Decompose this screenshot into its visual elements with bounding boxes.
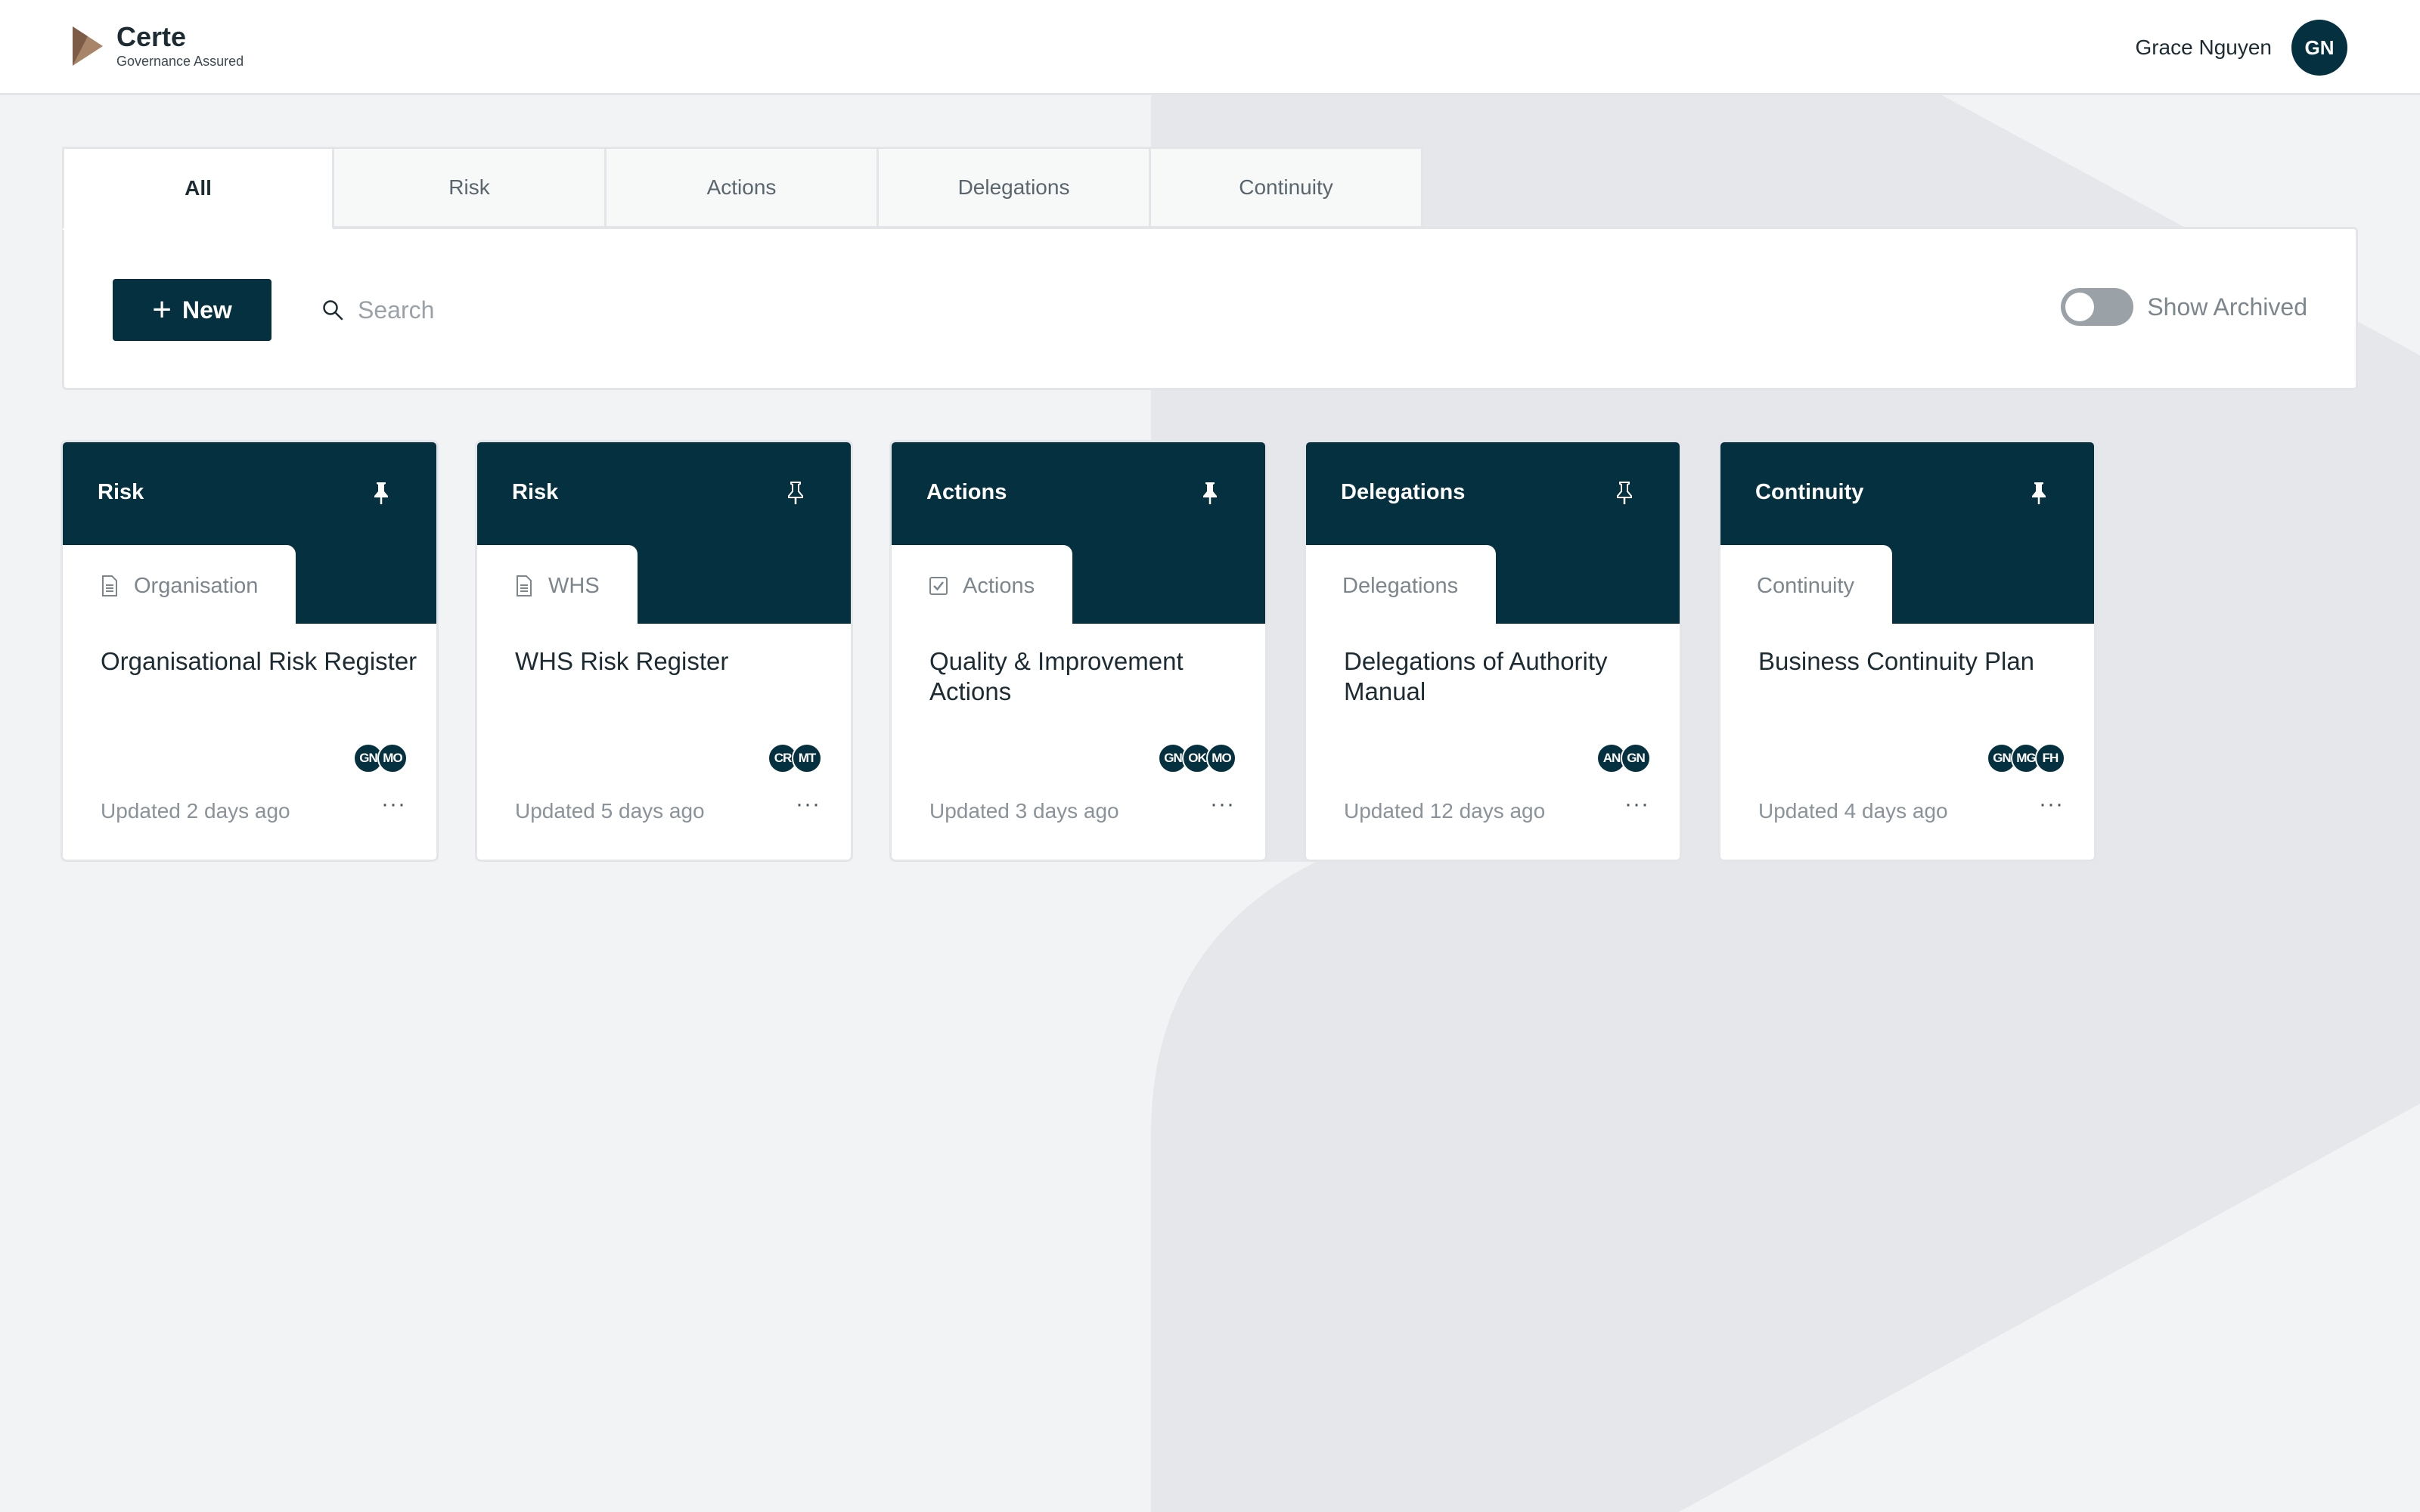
card-title[interactable]: WHS Risk Register	[515, 646, 833, 677]
tab-continuity[interactable]: Continuity	[1151, 147, 1423, 228]
card-body: Business Continuity Plan GN MG FH Update…	[1720, 624, 2094, 860]
card-title[interactable]: Organisational Risk Register	[101, 646, 418, 677]
card-subcategory-label: Actions	[963, 573, 1035, 598]
pin-outline-icon[interactable]	[1613, 480, 1636, 506]
more-options-button[interactable]: ···	[381, 792, 406, 817]
card-subcategory: Continuity	[1720, 545, 1892, 627]
brand-tagline: Governance Assured	[116, 54, 244, 69]
show-archived-toggle[interactable]: Show Archived	[2061, 288, 2307, 326]
card-subcategory-label: Delegations	[1342, 573, 1459, 598]
collaborator-avatar[interactable]: MO	[377, 743, 408, 773]
app-header: Certe Governance Assured Grace Nguyen GN	[0, 0, 2420, 95]
pin-filled-icon[interactable]	[1199, 480, 1221, 506]
document-cards: Risk Organisation Organisational Risk Re…	[60, 440, 2133, 862]
tab-actions[interactable]: Actions	[607, 147, 879, 228]
pin-filled-icon[interactable]	[2028, 480, 2050, 506]
card-updated: Updated 3 days ago	[929, 799, 1119, 823]
card-title[interactable]: Delegations of Authority Manual	[1344, 646, 1661, 707]
brand[interactable]: Certe Governance Assured	[70, 23, 244, 70]
card-subcategory-label: Continuity	[1757, 573, 1854, 598]
collaborator-avatar[interactable]: MO	[1206, 743, 1236, 773]
card-collaborators: AN GN	[1596, 743, 1651, 773]
card-subcategory: Actions	[892, 545, 1073, 627]
more-options-button[interactable]: ···	[1210, 792, 1235, 817]
card-collaborators: GN MO	[353, 743, 408, 773]
card-type: Risk	[512, 480, 559, 504]
toolbar: + New Show Archived	[62, 227, 2358, 390]
document-card[interactable]: Delegations Delegations Delegations of A…	[1304, 440, 1682, 862]
document-card[interactable]: Risk Organisation Organisational Risk Re…	[60, 440, 439, 862]
card-type: Continuity	[1755, 480, 1864, 504]
checkbox-icon	[929, 577, 948, 595]
card-subcategory: Delegations	[1306, 545, 1497, 627]
tab-all[interactable]: All	[62, 147, 334, 230]
pin-filled-icon[interactable]	[370, 480, 392, 506]
collaborator-avatar[interactable]: GN	[1621, 743, 1651, 773]
pin-outline-icon[interactable]	[784, 480, 807, 506]
card-subcategory-label: Organisation	[134, 573, 259, 598]
card-collaborators: CR MT	[768, 743, 822, 773]
search-icon	[323, 300, 343, 321]
toggle-switch[interactable]	[2061, 288, 2134, 326]
card-title[interactable]: Business Continuity Plan	[1758, 646, 2076, 677]
document-card[interactable]: Risk WHS WHS Risk Register CR MT Updated…	[475, 440, 853, 862]
more-options-button[interactable]: ···	[796, 792, 821, 817]
collaborator-avatar[interactable]: MT	[792, 743, 822, 773]
card-updated: Updated 4 days ago	[1758, 799, 1948, 823]
user-avatar[interactable]: GN	[2291, 20, 2347, 76]
show-archived-label: Show Archived	[2147, 293, 2307, 321]
card-type: Risk	[98, 480, 144, 504]
document-icon	[517, 575, 532, 596]
card-collaborators: GN MG FH	[1987, 743, 2065, 773]
user-name: Grace Nguyen	[2135, 36, 2272, 59]
document-card[interactable]: Continuity Continuity Business Continuit…	[1718, 440, 2096, 862]
card-updated: Updated 5 days ago	[515, 799, 705, 823]
card-type: Actions	[926, 480, 1007, 504]
search	[321, 285, 811, 335]
collaborator-avatar[interactable]: FH	[2035, 743, 2065, 773]
card-updated: Updated 2 days ago	[101, 799, 290, 823]
toggle-knob	[2065, 293, 2095, 321]
document-card[interactable]: Actions Actions Quality & Improvement Ac…	[889, 440, 1267, 862]
document-icon	[102, 575, 117, 596]
card-body: Quality & Improvement Actions GN OK MO U…	[892, 624, 1265, 860]
plus-icon: +	[152, 291, 172, 328]
brand-name: Certe	[116, 21, 187, 52]
card-collaborators: GN OK MO	[1158, 743, 1236, 773]
card-subcategory: WHS	[477, 545, 638, 627]
user-menu[interactable]: Grace Nguyen GN	[2135, 20, 2347, 76]
card-type: Delegations	[1341, 480, 1466, 504]
card-subcategory: Organisation	[63, 545, 296, 627]
search-input[interactable]	[358, 296, 811, 324]
more-options-button[interactable]: ···	[2039, 792, 2064, 817]
tab-delegations[interactable]: Delegations	[879, 147, 1151, 228]
category-tabs: All Risk Actions Delegations Continuity	[62, 147, 1423, 230]
new-button[interactable]: + New	[113, 279, 271, 341]
card-body: WHS Risk Register CR MT Updated 5 days a…	[477, 624, 851, 860]
more-options-button[interactable]: ···	[1624, 792, 1649, 817]
tab-risk[interactable]: Risk	[334, 147, 607, 228]
play-logo-icon	[73, 26, 103, 66]
card-title[interactable]: Quality & Improvement Actions	[929, 646, 1247, 707]
card-body: Organisational Risk Register GN MO Updat…	[63, 624, 436, 860]
new-button-label: New	[182, 296, 232, 324]
card-updated: Updated 12 days ago	[1344, 799, 1546, 823]
card-body: Delegations of Authority Manual AN GN Up…	[1306, 624, 1680, 860]
card-subcategory-label: WHS	[548, 573, 600, 598]
